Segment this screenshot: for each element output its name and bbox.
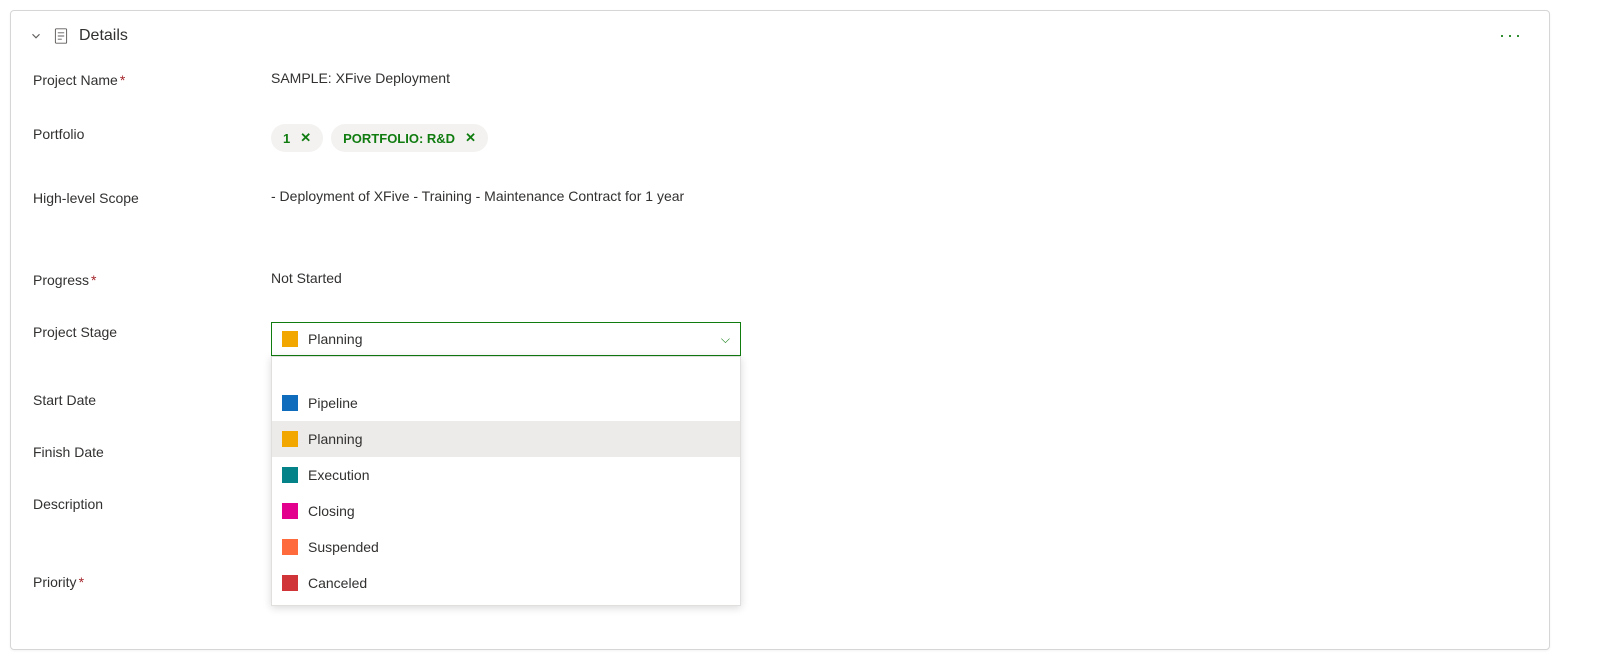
required-mark: * [120, 72, 125, 88]
option-label: Execution [308, 467, 369, 483]
row-scope: High-level Scope - Deployment of XFive -… [33, 188, 1527, 206]
value-portfolio[interactable]: 1 ✕ PORTFOLIO: R&D ✕ [271, 124, 741, 152]
row-priority: Priority* [33, 572, 1527, 590]
color-swatch [282, 467, 298, 483]
color-swatch [282, 331, 298, 347]
chevron-down-icon: ⌵ [721, 332, 730, 347]
label-description: Description [33, 494, 271, 512]
label-portfolio: Portfolio [33, 124, 271, 142]
color-swatch [282, 395, 298, 411]
dropdown-option[interactable]: Execution [272, 457, 740, 493]
portfolio-tag[interactable]: PORTFOLIO: R&D ✕ [331, 124, 488, 152]
color-swatch [282, 539, 298, 555]
close-icon[interactable]: ✕ [465, 130, 476, 146]
dropdown-option[interactable]: Canceled [272, 565, 740, 601]
tag-label: PORTFOLIO: R&D [343, 131, 455, 146]
document-icon [53, 28, 69, 44]
option-label: Suspended [308, 539, 379, 555]
form-body: Project Name* SAMPLE: XFive Deployment P… [11, 60, 1549, 590]
dropdown-option[interactable]: Planning [272, 421, 740, 457]
tag-label: 1 [283, 131, 290, 146]
required-mark: * [91, 272, 96, 288]
dropdown-option[interactable]: Closing [272, 493, 740, 529]
row-start-date: Start Date [33, 390, 1527, 408]
project-stage-select[interactable]: Planning ⌵ [271, 322, 741, 356]
value-project-stage: Planning ⌵ PipelinePlanningExecutionClos… [271, 322, 741, 356]
color-swatch [282, 431, 298, 447]
close-icon[interactable]: ✕ [300, 130, 311, 146]
label-project-name: Project Name* [33, 70, 271, 88]
more-menu-icon[interactable]: ··· [1491, 21, 1531, 50]
label-progress: Progress* [33, 270, 271, 288]
row-portfolio: Portfolio 1 ✕ PORTFOLIO: R&D ✕ [33, 124, 1527, 152]
dropdown-option[interactable]: Pipeline [272, 385, 740, 421]
option-label: Closing [308, 503, 355, 519]
color-swatch [282, 575, 298, 591]
chevron-down-icon[interactable] [29, 29, 43, 43]
details-card: Details ··· Project Name* SAMPLE: XFive … [10, 10, 1550, 650]
section-title: Details [79, 27, 128, 45]
label-scope: High-level Scope [33, 188, 271, 206]
label-priority: Priority* [33, 572, 271, 590]
label-finish-date: Finish Date [33, 442, 271, 460]
row-project-stage: Project Stage Planning ⌵ PipelinePlannin… [33, 322, 1527, 356]
row-project-name: Project Name* SAMPLE: XFive Deployment [33, 70, 1527, 88]
value-scope[interactable]: - Deployment of XFive - Training - Maint… [271, 188, 741, 204]
option-label: Canceled [308, 575, 367, 591]
value-project-name[interactable]: SAMPLE: XFive Deployment [271, 70, 741, 86]
row-description: Description [33, 494, 1527, 512]
value-progress[interactable]: Not Started [271, 270, 741, 286]
section-header: Details ··· [11, 11, 1549, 60]
required-mark: * [79, 574, 84, 590]
label-start-date: Start Date [33, 390, 271, 408]
row-finish-date: Finish Date [33, 442, 1527, 460]
portfolio-tag[interactable]: 1 ✕ [271, 124, 323, 152]
option-label: Pipeline [308, 395, 358, 411]
dropdown-option[interactable]: Suspended [272, 529, 740, 565]
label-project-stage: Project Stage [33, 322, 271, 340]
select-value: Planning [308, 331, 721, 347]
project-stage-dropdown: Pipeline Planning Execution Closing Suspende… [271, 356, 741, 606]
option-label: Planning [308, 431, 363, 447]
row-progress: Progress* Not Started [33, 270, 1527, 288]
color-swatch [282, 503, 298, 519]
